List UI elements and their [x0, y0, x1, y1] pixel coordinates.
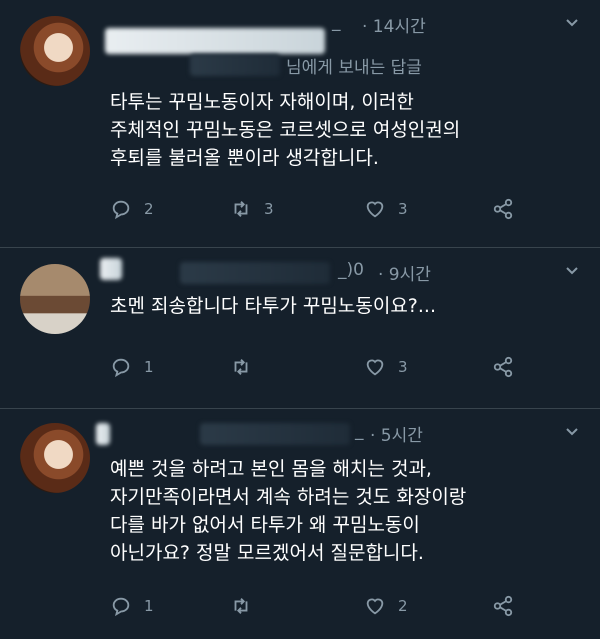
- redacted-author-handle: [200, 423, 350, 445]
- retweet-icon: [234, 598, 248, 614]
- share-button[interactable]: [492, 356, 526, 378]
- retweet-count: 3: [264, 200, 274, 218]
- tweet[interactable]: _)0 · 9시간 초멘 죄송합니다 타투가 꾸밈노동이요?... 1 3: [0, 248, 600, 408]
- retweet-icon: [234, 359, 248, 375]
- tweet-actions: 2 3 3: [110, 198, 550, 228]
- tweet-author-fragment: _: [332, 12, 341, 32]
- share-button[interactable]: [492, 595, 526, 617]
- redacted-author-handle: [180, 262, 330, 284]
- tweet-author-fragment: _: [355, 421, 364, 441]
- share-icon: [493, 356, 513, 378]
- chevron-down-icon[interactable]: [564, 262, 580, 282]
- tweet-time[interactable]: · 9시간: [378, 260, 431, 285]
- reply-icon: [112, 200, 130, 220]
- avatar[interactable]: [20, 264, 90, 334]
- reply-button[interactable]: 1: [110, 595, 154, 617]
- redacted-author-name: [96, 423, 110, 445]
- avatar[interactable]: [20, 423, 90, 493]
- redacted-author-name: [105, 28, 325, 54]
- share-icon: [493, 595, 513, 617]
- tweet[interactable]: _ · 14시간 님에게 보내는 답글 타투는 꾸밈노동이자 자해이며, 이러한…: [0, 0, 600, 247]
- tweet[interactable]: _ · 5시간 예쁜 것을 하려고 본인 몸을 해치는 것과, 자기만족이라면서…: [0, 409, 600, 639]
- tweet-time[interactable]: · 5시간: [370, 421, 423, 446]
- like-count: 3: [398, 200, 408, 218]
- tweet-actions: 1 3: [110, 356, 550, 386]
- retweet-button[interactable]: 3: [230, 198, 274, 220]
- heart-icon: [366, 598, 384, 615]
- reply-icon: [112, 358, 130, 378]
- reply-icon: [112, 597, 130, 617]
- like-button[interactable]: 3: [364, 356, 408, 378]
- retweet-icon: [234, 201, 248, 217]
- heart-icon: [366, 201, 384, 218]
- like-button[interactable]: 2: [364, 595, 408, 617]
- redacted-author-name: [100, 258, 122, 280]
- tweet-author-fragment: _)0: [338, 260, 364, 280]
- reply-count: 1: [144, 358, 154, 376]
- share-icon: [493, 198, 513, 220]
- retweet-button[interactable]: [230, 356, 264, 378]
- chevron-down-icon[interactable]: [564, 423, 580, 443]
- heart-icon: [366, 359, 384, 376]
- like-count: 2: [398, 597, 408, 615]
- like-count: 3: [398, 358, 408, 376]
- retweet-button[interactable]: [230, 595, 264, 617]
- reply-to-label[interactable]: 님에게 보내는 답글: [286, 53, 422, 78]
- like-button[interactable]: 3: [364, 198, 408, 220]
- tweet-actions: 1 2: [110, 595, 550, 625]
- reply-button[interactable]: 1: [110, 356, 154, 378]
- tweet-text: 초멘 죄송합니다 타투가 꾸밈노동이요?...: [110, 295, 437, 317]
- tweet-text: 타투는 꾸밈노동이자 자해이며, 이러한 주체적인 꾸밈노동은 코르셋으로 여성…: [110, 91, 461, 169]
- tweet-time[interactable]: · 14시간: [362, 12, 426, 37]
- reply-count: 1: [144, 597, 154, 615]
- chevron-down-icon[interactable]: [564, 14, 580, 34]
- avatar[interactable]: [20, 16, 90, 86]
- reply-button[interactable]: 2: [110, 198, 154, 220]
- reply-count: 2: [144, 200, 154, 218]
- share-button[interactable]: [492, 198, 526, 220]
- redacted-reply-target: [190, 54, 280, 76]
- tweet-text: 예쁜 것을 하려고 본인 몸을 해치는 것과, 자기만족이라면서 계속 하려는 …: [110, 458, 467, 564]
